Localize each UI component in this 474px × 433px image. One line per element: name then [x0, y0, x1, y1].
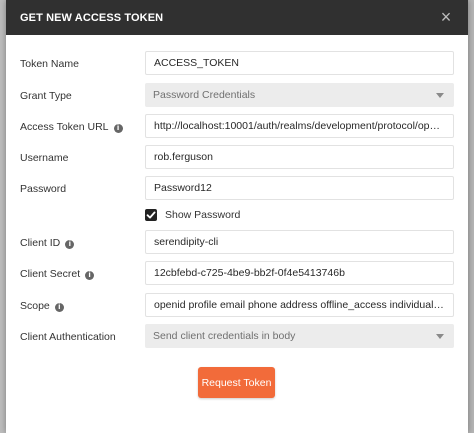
client-id-label: Client ID i	[20, 237, 75, 249]
show-password-label[interactable]: Show Password	[165, 209, 240, 221]
token-name-input[interactable]: ACCESS_TOKEN	[145, 51, 454, 75]
password-input[interactable]: Password12	[145, 176, 454, 200]
access-token-url-row: Access Token URL i http://localhost:10001…	[6, 114, 468, 140]
client-secret-label: Client Secret i	[20, 268, 95, 280]
client-id-label-text: Client ID	[20, 237, 61, 249]
background-app-right	[468, 0, 474, 433]
client-secret-input[interactable]: 12cbfebd-c725-4be9-bb2f-0f4e5413746b	[145, 261, 454, 285]
info-icon[interactable]: i	[85, 271, 95, 280]
token-name-row: Token Name ACCESS_TOKEN	[6, 51, 468, 77]
info-icon[interactable]: i	[54, 303, 64, 312]
grant-type-value: Password Credentials	[153, 89, 256, 101]
username-row: Username rob.ferguson	[6, 145, 468, 171]
grant-type-row: Grant Type Password Credentials	[6, 83, 468, 109]
scope-row: Scope i openid profile email phone addres…	[6, 293, 468, 319]
chevron-down-icon	[436, 93, 444, 98]
access-token-url-label: Access Token URL i	[20, 121, 123, 133]
client-authentication-select[interactable]: Send client credentials in body	[145, 324, 454, 348]
client-authentication-row: Client Authentication Send client creden…	[6, 324, 468, 350]
scope-label-text: Scope	[20, 300, 50, 312]
grant-type-select[interactable]: Password Credentials	[145, 83, 454, 107]
client-authentication-label: Client Authentication	[20, 331, 116, 343]
password-label: Password	[20, 183, 67, 195]
grant-type-label: Grant Type	[20, 90, 72, 102]
checkmark-icon	[146, 211, 156, 219]
username-input[interactable]: rob.ferguson	[145, 145, 454, 169]
client-secret-row: Client Secret i 12cbfebd-c725-4be9-bb2f-0…	[6, 261, 468, 287]
client-id-row: Client ID i serendipity-cli	[6, 230, 468, 256]
close-icon[interactable]: ×	[436, 7, 456, 27]
client-authentication-value: Send client credentials in body	[153, 330, 296, 342]
dialog-header: GET NEW ACCESS TOKEN ×	[6, 0, 468, 35]
info-icon[interactable]: i	[113, 124, 123, 133]
info-icon[interactable]: i	[65, 240, 75, 249]
scope-input[interactable]: openid profile email phone address offli…	[145, 293, 454, 317]
client-id-input[interactable]: serendipity-cli	[145, 230, 454, 254]
dialog-title: GET NEW ACCESS TOKEN	[20, 12, 164, 24]
show-password-checkbox[interactable]	[145, 209, 157, 221]
access-token-url-label-text: Access Token URL	[20, 121, 109, 133]
username-label: Username	[20, 152, 69, 164]
chevron-down-icon	[436, 334, 444, 339]
client-secret-label-text: Client Secret	[20, 268, 81, 280]
scope-label: Scope i	[20, 300, 64, 312]
token-name-label: Token Name	[20, 58, 79, 70]
get-access-token-dialog: GET NEW ACCESS TOKEN × Token Name ACCESS…	[6, 0, 468, 433]
access-token-url-input[interactable]: http://localhost:10001/auth/realms/devel…	[145, 114, 454, 138]
request-token-button[interactable]: Request Token	[198, 367, 275, 398]
password-row: Password Password12	[6, 176, 468, 202]
